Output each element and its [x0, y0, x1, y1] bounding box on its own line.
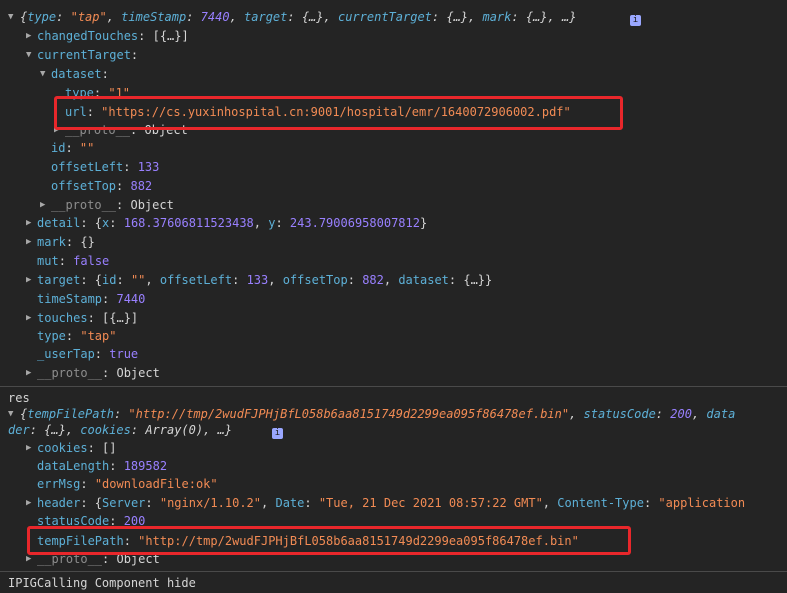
- prop-value: "downloadFile:ok": [94, 477, 218, 491]
- timestamp-row: timeStamp: 7440: [37, 292, 146, 306]
- log-divider: [0, 386, 787, 387]
- temp-file-path-highlight-box: [27, 526, 631, 555]
- expand-right-icon[interactable]: ▶: [26, 494, 31, 513]
- log2-summary-cont-row: der: {…}, cookies: Array(0), …} i: [0, 421, 787, 440]
- expand-right-icon[interactable]: ▶: [26, 214, 31, 233]
- target-row[interactable]: ▶ target: {id: "", offsetLeft: 133, offs…: [0, 271, 787, 290]
- prop-key: mut: [37, 254, 59, 268]
- data-length-row: dataLength: 189582: [37, 459, 168, 473]
- prop-value: 882: [130, 179, 153, 193]
- prop-key: currentTarget: [37, 48, 131, 62]
- mut-row: mut: false: [37, 254, 110, 268]
- prop-value: []: [102, 441, 117, 455]
- type-row: type: "tap": [37, 329, 117, 343]
- prop-key: offsetLeft: [51, 160, 124, 174]
- prop-key: _userTap: [37, 347, 95, 361]
- prop-key: __proto__: [51, 198, 117, 212]
- expand-right-icon[interactable]: ▶: [26, 364, 31, 383]
- prop-key: __proto__: [37, 366, 103, 380]
- prop-value: "": [79, 141, 95, 155]
- detail-y: 243.79006958007812: [289, 216, 420, 230]
- dataset-row[interactable]: ▼ dataset:: [0, 65, 787, 84]
- prop-key: errMsg: [37, 477, 81, 491]
- expand-right-icon[interactable]: ▶: [26, 271, 31, 290]
- prop-value: "tap": [80, 329, 117, 343]
- prop-value: Object: [116, 366, 160, 380]
- expand-down-icon[interactable]: ▼: [40, 65, 45, 84]
- current-target-row[interactable]: ▼ currentTarget:: [0, 46, 787, 65]
- prop-value: [{…}]: [152, 29, 189, 43]
- ct-offset-top-row: offsetTop: 882: [51, 179, 153, 193]
- prop-value: true: [109, 347, 139, 361]
- devtools-console: ▼ {type: "tap", timeStamp: 7440, target:…: [0, 0, 787, 590]
- prop-key: mark: [37, 235, 66, 249]
- expand-right-icon[interactable]: ▶: [26, 27, 31, 46]
- prop-key: target: [37, 273, 81, 287]
- expand-down-icon[interactable]: ▼: [8, 8, 13, 27]
- mark-row[interactable]: ▶ mark: {}: [0, 233, 787, 252]
- prop-value: Object: [130, 198, 174, 212]
- log1-summary: {type: "tap", timeStamp: 7440, target: {…: [20, 10, 577, 24]
- log3-row: IPIGCalling Component hide: [0, 574, 787, 593]
- user-tap-row: _userTap: true: [37, 347, 139, 361]
- log-divider: [0, 571, 787, 572]
- prop-key: header: [37, 496, 81, 510]
- expand-right-icon[interactable]: ▶: [26, 439, 31, 458]
- header-row[interactable]: ▶ header: {Server: "nginx/1.10.2", Date:…: [0, 494, 787, 513]
- prop-value: 189582: [123, 459, 168, 473]
- expand-down-icon[interactable]: ▼: [26, 46, 31, 65]
- changed-touches-row[interactable]: ▶ changedTouches: [{…}]: [0, 27, 787, 46]
- log1-summary-row[interactable]: ▼ {type: "tap", timeStamp: 7440, target:…: [0, 8, 787, 27]
- err-msg-row: errMsg: "downloadFile:ok": [37, 477, 218, 491]
- proto-row[interactable]: ▶ __proto__: Object: [0, 364, 787, 383]
- ct-proto-row[interactable]: ▶ __proto__: Object: [0, 196, 787, 215]
- info-icon[interactable]: i: [626, 8, 641, 27]
- prop-key: touches: [37, 311, 88, 325]
- prop-key: id: [51, 141, 66, 155]
- touches-row[interactable]: ▶ touches: [{…}]: [0, 309, 787, 328]
- prop-key: changedTouches: [37, 29, 139, 43]
- expand-right-icon[interactable]: ▶: [26, 233, 31, 252]
- prop-key: cookies: [37, 441, 88, 455]
- url-highlight-box: [54, 96, 623, 130]
- cookies-row[interactable]: ▶ cookies: []: [0, 439, 787, 458]
- ct-offset-left-row: offsetLeft: 133: [51, 160, 160, 174]
- prop-value: [{…}]: [102, 311, 139, 325]
- info-icon[interactable]: i: [268, 421, 283, 440]
- log-text: IPIGCalling Component hide: [8, 576, 196, 590]
- prop-value: 7440: [116, 292, 146, 306]
- expand-right-icon[interactable]: ▶: [40, 196, 45, 215]
- detail-row[interactable]: ▶ detail: {x: 168.37606811523438, y: 243…: [0, 214, 787, 233]
- prop-key: timeStamp: [37, 292, 103, 306]
- prop-key: detail: [37, 216, 81, 230]
- prop-key: dataset: [51, 67, 102, 81]
- prop-value: false: [73, 254, 110, 268]
- prop-value: {}: [80, 235, 95, 249]
- prop-value: 133: [137, 160, 160, 174]
- prop-key: dataLength: [37, 459, 110, 473]
- ct-id-row: id: "": [51, 141, 95, 155]
- detail-x: 168.37606811523438: [123, 216, 254, 230]
- prop-key: offsetTop: [51, 179, 117, 193]
- expand-right-icon[interactable]: ▶: [26, 309, 31, 328]
- prop-key: type: [37, 329, 66, 343]
